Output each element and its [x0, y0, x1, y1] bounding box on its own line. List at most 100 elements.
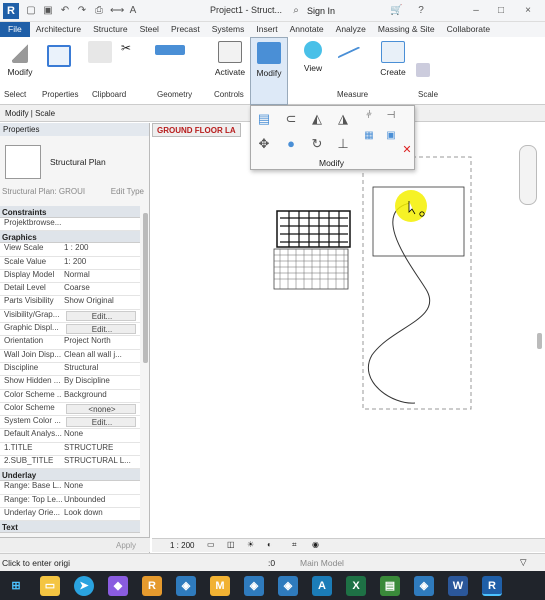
- rotate-icon[interactable]: ↻: [309, 136, 325, 152]
- properties-button[interactable]: [47, 45, 71, 71]
- tab-steel[interactable]: Steel: [134, 22, 165, 37]
- search-icon[interactable]: ⌕: [290, 5, 302, 17]
- view-scale[interactable]: 1 : 200: [170, 541, 194, 550]
- app-cube-icon[interactable]: ◈: [176, 575, 196, 596]
- explorer-icon[interactable]: ▭: [40, 575, 60, 596]
- section-text[interactable]: Text: [0, 521, 140, 534]
- move-tool-icon[interactable]: ✥: [256, 136, 272, 152]
- property-value[interactable]: Normal: [62, 270, 140, 282]
- apply-button[interactable]: Apply: [116, 541, 136, 550]
- modify-button[interactable]: Modify: [4, 41, 36, 77]
- property-value[interactable]: Show Original: [62, 296, 140, 308]
- group-select[interactable]: Select: [4, 90, 26, 99]
- save-icon[interactable]: ▣: [42, 5, 54, 17]
- property-value[interactable]: By Discipline: [62, 376, 140, 388]
- tab-systems[interactable]: Systems: [206, 22, 251, 37]
- property-value[interactable]: None: [62, 481, 140, 493]
- property-value[interactable]: Background: [62, 390, 140, 402]
- tab-analyze[interactable]: Analyze: [330, 22, 372, 37]
- view-button[interactable]: View: [300, 41, 326, 73]
- tab-file[interactable]: File: [0, 22, 30, 37]
- app-cube4-icon[interactable]: ◈: [414, 575, 434, 596]
- delete-icon[interactable]: ✕: [399, 142, 415, 158]
- tab-architecture[interactable]: Architecture: [30, 22, 87, 37]
- type-name[interactable]: Structural Plan: [50, 157, 106, 167]
- app-cube3-icon[interactable]: ◈: [278, 575, 298, 596]
- activate-button[interactable]: Activate: [212, 41, 248, 77]
- tab-insert[interactable]: Insert: [250, 22, 283, 37]
- property-value[interactable]: [62, 218, 140, 230]
- detail-level-icon[interactable]: ▭: [207, 540, 215, 549]
- type-selector[interactable]: Structural Plan: GROUI Edit Type: [2, 187, 148, 199]
- property-value[interactable]: Clean all wall j...: [62, 350, 140, 362]
- canvas-scrollbar[interactable]: [537, 333, 542, 349]
- navigation-wheel-icon[interactable]: [519, 145, 537, 205]
- cut-button[interactable]: ✂: [118, 41, 134, 55]
- property-value[interactable]: Edit...: [66, 310, 136, 322]
- create-button[interactable]: Create: [378, 41, 408, 77]
- align-icon[interactable]: ▤: [256, 111, 272, 127]
- section-underlay[interactable]: Underlay: [0, 469, 140, 482]
- app-cube2-icon[interactable]: ◈: [244, 575, 264, 596]
- property-value[interactable]: Unbounded: [62, 495, 140, 507]
- property-value[interactable]: STRUCTURAL L...: [62, 456, 140, 468]
- property-value[interactable]: 1 : 200: [62, 243, 140, 255]
- copilot-icon[interactable]: ◆: [108, 575, 128, 596]
- offset-icon[interactable]: ⊂: [283, 111, 299, 127]
- telegram-icon[interactable]: ➤: [74, 575, 94, 596]
- open-icon[interactable]: ▢: [25, 5, 37, 17]
- property-value[interactable]: Look down: [62, 508, 140, 520]
- tab-collaborate[interactable]: Collaborate: [441, 22, 496, 37]
- property-value[interactable]: Edit...: [66, 324, 136, 335]
- windows-start-icon[interactable]: ⊞: [6, 576, 26, 596]
- temp-hide-icon[interactable]: ◉: [312, 540, 319, 549]
- revit-r-icon[interactable]: R: [142, 575, 162, 596]
- measure-icon[interactable]: ⟷: [110, 5, 124, 17]
- property-value[interactable]: Project North: [62, 336, 140, 348]
- drawing-canvas[interactable]: GROUND FLOOR LA: [152, 123, 545, 553]
- tab-precast[interactable]: Precast: [165, 22, 206, 37]
- pin-icon[interactable]: ⊣: [383, 108, 399, 124]
- property-value[interactable]: None: [62, 429, 140, 441]
- revit-active-icon[interactable]: R: [482, 575, 502, 596]
- text-icon[interactable]: A: [127, 5, 139, 17]
- mirror-pick-icon[interactable]: ◭: [309, 111, 325, 127]
- section-constraints[interactable]: Constraints: [0, 206, 140, 218]
- excel-icon[interactable]: X: [346, 575, 366, 596]
- help-icon[interactable]: ?: [415, 5, 427, 17]
- minimize-icon[interactable]: –: [470, 5, 482, 17]
- properties-scrollbar[interactable]: [143, 213, 148, 363]
- mirror-draw-icon[interactable]: ◮: [335, 111, 351, 127]
- copy-icon[interactable]: ●: [283, 136, 299, 152]
- redo-icon[interactable]: ↷: [76, 5, 88, 17]
- property-value[interactable]: STRUCTURE: [62, 443, 140, 455]
- measure-button[interactable]: [335, 41, 365, 64]
- app-green-icon[interactable]: ▤: [380, 575, 400, 596]
- group-measure[interactable]: Measure: [337, 90, 368, 99]
- scale-tool-icon[interactable]: ▣: [383, 128, 399, 144]
- revit-logo[interactable]: R: [3, 2, 19, 19]
- print-icon[interactable]: ⎙: [93, 5, 105, 17]
- trim-icon[interactable]: ⊥: [335, 136, 351, 152]
- m-app-icon[interactable]: M: [210, 575, 230, 596]
- scale-button[interactable]: [415, 63, 431, 81]
- property-value[interactable]: Edit...: [66, 417, 136, 428]
- maximize-icon[interactable]: □: [495, 5, 507, 17]
- edit-type-button[interactable]: Edit Type: [111, 187, 144, 196]
- property-value[interactable]: Coarse: [62, 283, 140, 295]
- visual-style-icon[interactable]: ◫: [227, 540, 235, 549]
- property-value[interactable]: 1: 200: [62, 257, 140, 269]
- split-icon[interactable]: ⫩: [361, 108, 377, 124]
- sign-in-link[interactable]: Sign In: [307, 6, 335, 16]
- tab-annotate[interactable]: Annotate: [284, 22, 330, 37]
- crop-view-icon[interactable]: ⌗: [292, 540, 297, 550]
- cart-icon[interactable]: 🛒: [390, 5, 402, 17]
- filter-icon[interactable]: ▽: [520, 557, 527, 568]
- join-button[interactable]: [150, 41, 190, 59]
- tab-massing-site[interactable]: Massing & Site: [372, 22, 441, 37]
- array-icon[interactable]: ▦: [361, 128, 377, 144]
- word-icon[interactable]: W: [448, 575, 468, 596]
- property-value[interactable]: <none>: [66, 403, 136, 415]
- sun-path-icon[interactable]: ☀: [247, 540, 254, 549]
- shadows-icon[interactable]: ◐: [267, 540, 272, 549]
